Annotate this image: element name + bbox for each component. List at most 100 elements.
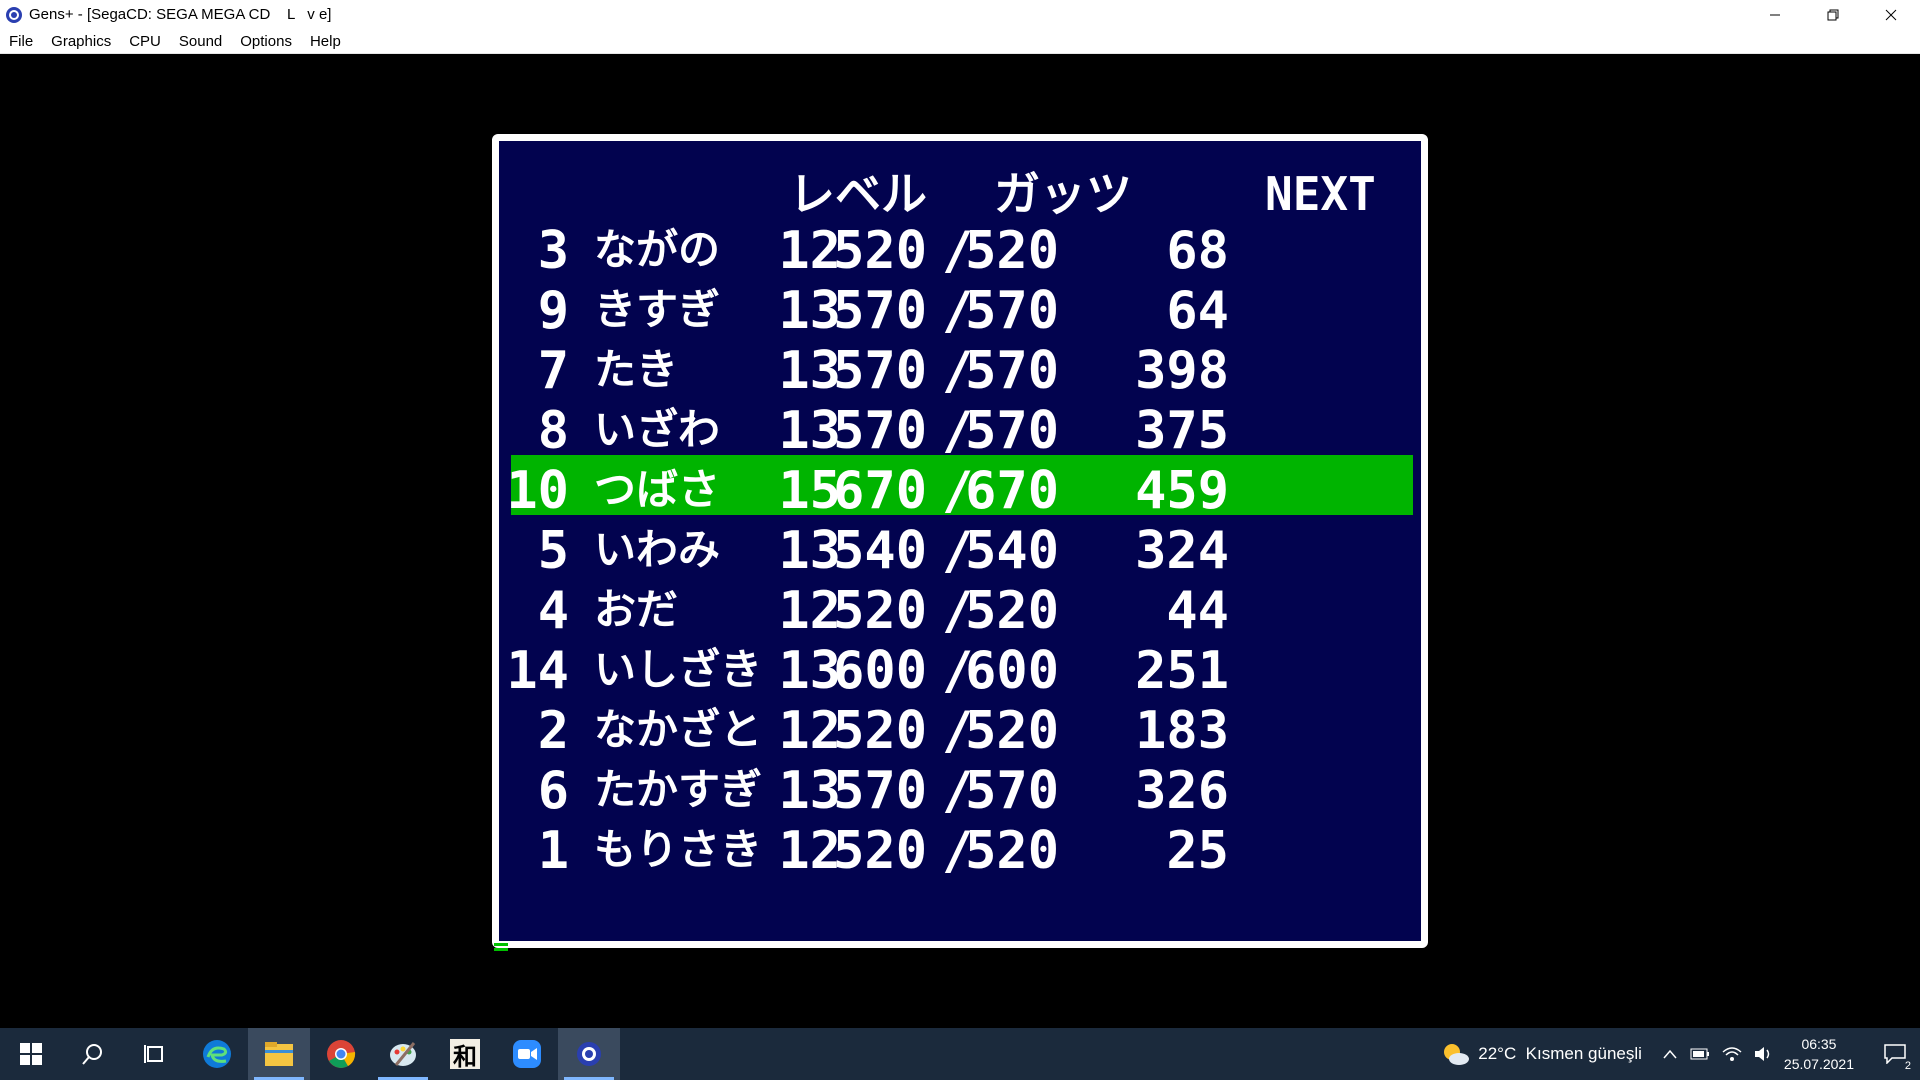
notification-button[interactable]: 2 xyxy=(1870,1028,1920,1080)
task-view-button[interactable] xyxy=(124,1028,186,1080)
clock-date: 25.07.2021 xyxy=(1783,1056,1854,1072)
weather-widget[interactable]: 22°C Kısmen güneşli xyxy=(1442,1042,1642,1066)
volume-icon[interactable] xyxy=(1754,1046,1774,1062)
row-guts-current: 570 xyxy=(833,761,927,821)
row-guts-max: 540 xyxy=(965,521,1059,581)
row-next: 25 xyxy=(1166,821,1229,881)
gens-icon xyxy=(577,1042,601,1066)
row-guts-current: 570 xyxy=(833,281,927,341)
minimize-button[interactable] xyxy=(1746,0,1804,29)
row-next: 44 xyxy=(1166,581,1229,641)
row-number: 9 xyxy=(537,281,569,341)
chevron-up-icon[interactable] xyxy=(1662,1048,1678,1060)
row-next: 326 xyxy=(1135,761,1229,821)
row-guts-max: 570 xyxy=(965,341,1059,401)
game-screen[interactable]: レベル ガッツ NEXT 3 ながの 12 520/520 68 9 きすぎ 13 570/57… xyxy=(0,54,1920,1028)
row-guts-current: 520 xyxy=(833,821,927,881)
row-number: 1 xyxy=(537,821,569,881)
battery-icon[interactable] xyxy=(1690,1048,1710,1060)
table-row[interactable]: 3 ながの 12 520/520 68 xyxy=(499,215,1435,281)
row-guts-max: 570 xyxy=(965,401,1059,461)
row-next: 251 xyxy=(1135,641,1229,701)
row-guts-max: 570 xyxy=(965,281,1059,341)
notification-count: 2 xyxy=(1904,1060,1911,1072)
row-guts-current: 570 xyxy=(833,341,927,401)
row-number: 2 xyxy=(537,701,569,761)
table-row-selected[interactable]: 10 つばさ 15 670/670 459 xyxy=(499,455,1435,521)
kanji-app-icon: 和 xyxy=(450,1039,480,1071)
header-guts: ガッツ xyxy=(994,167,1132,221)
row-guts-current: 570 xyxy=(833,401,927,461)
weather-partly-sunny-icon xyxy=(1444,1044,1470,1065)
table-row[interactable]: 14 いしざき 13 600/600 251 xyxy=(499,635,1435,701)
table-row[interactable]: 4 おだ 12 520/520 44 xyxy=(499,575,1435,641)
menu-help[interactable]: Help xyxy=(301,33,350,50)
windows-start-icon xyxy=(20,1043,42,1065)
clock[interactable]: 06:35 25.07.2021 xyxy=(1784,1034,1854,1074)
chrome-icon xyxy=(327,1040,356,1068)
search-button[interactable] xyxy=(62,1028,124,1080)
weather-text: 22°C Kısmen güneşli xyxy=(1478,1044,1642,1063)
menu-options[interactable]: Options xyxy=(231,33,301,50)
team-status-panel: レベル ガッツ NEXT 3 ながの 12 520/520 68 9 きすぎ 13 570/57… xyxy=(492,134,1428,948)
row-guts-current: 600 xyxy=(833,641,927,701)
row-next: 398 xyxy=(1135,341,1229,401)
row-number: 5 xyxy=(537,521,569,581)
notification-icon xyxy=(1884,1044,1906,1064)
row-guts-max: 600 xyxy=(965,641,1059,701)
taskbar-edge[interactable] xyxy=(186,1028,248,1080)
restore-button[interactable] xyxy=(1804,0,1862,29)
wifi-icon[interactable] xyxy=(1722,1046,1742,1062)
taskbar-file-explorer[interactable] xyxy=(248,1028,310,1080)
menu-sound[interactable]: Sound xyxy=(170,33,231,50)
title-bar: Gens+ - [SegaCD: SEGA MEGA CD L v e] xyxy=(0,0,1920,29)
row-number: 4 xyxy=(537,581,569,641)
close-button[interactable] xyxy=(1862,0,1920,29)
taskbar-chrome[interactable] xyxy=(310,1028,372,1080)
table-row[interactable]: 6 たかすぎ 13 570/570 326 xyxy=(499,755,1435,821)
row-number: 3 xyxy=(537,221,569,281)
table-row[interactable]: 2 なかざと 12 520/520 183 xyxy=(499,695,1435,761)
row-next: 324 xyxy=(1135,521,1229,581)
menu-file[interactable]: File xyxy=(0,33,42,50)
cursor-marker xyxy=(494,943,508,953)
task-view-icon xyxy=(144,1045,163,1063)
taskbar-gens[interactable] xyxy=(558,1028,620,1080)
table-row[interactable]: 1 もりさき 12 520/520 25 xyxy=(499,815,1435,881)
row-guts-max: 520 xyxy=(965,821,1059,881)
row-next: 183 xyxy=(1135,701,1229,761)
row-guts-max: 520 xyxy=(965,221,1059,281)
table-row[interactable]: 8 いざわ 13 570/570 375 xyxy=(499,395,1435,461)
row-guts-current: 540 xyxy=(833,521,927,581)
row-guts-max: 520 xyxy=(965,581,1059,641)
start-button[interactable] xyxy=(0,1028,62,1080)
taskbar-kanji-app[interactable]: 和 xyxy=(434,1028,496,1080)
row-number: 10 xyxy=(506,461,569,521)
close-icon xyxy=(1885,9,1897,20)
zoom-icon xyxy=(513,1040,541,1068)
taskbar-paint[interactable] xyxy=(372,1028,434,1080)
row-next: 64 xyxy=(1166,281,1229,341)
edge-icon xyxy=(203,1040,231,1068)
file-explorer-icon xyxy=(265,1042,293,1066)
menu-cpu[interactable]: CPU xyxy=(120,33,170,50)
menu-graphics[interactable]: Graphics xyxy=(42,33,120,50)
row-number: 8 xyxy=(537,401,569,461)
row-next: 68 xyxy=(1166,221,1229,281)
clock-time: 06:35 xyxy=(1801,1036,1837,1052)
table-row[interactable]: 9 きすぎ 13 570/570 64 xyxy=(499,275,1435,341)
table-row[interactable]: 7 たき 13 570/570 398 xyxy=(499,335,1435,401)
row-guts-current: 670 xyxy=(833,461,927,521)
taskbar-zoom[interactable] xyxy=(496,1028,558,1080)
row-guts-max: 520 xyxy=(965,701,1059,761)
row-number: 14 xyxy=(506,641,569,701)
row-guts-current: 520 xyxy=(833,581,927,641)
row-guts-current: 520 xyxy=(833,701,927,761)
table-row[interactable]: 5 いわみ 13 540/540 324 xyxy=(499,515,1435,581)
restore-icon xyxy=(1827,9,1839,20)
paint-icon xyxy=(390,1042,416,1066)
row-number: 7 xyxy=(537,341,569,401)
minimize-icon xyxy=(1770,14,1780,15)
row-guts-current: 520 xyxy=(833,221,927,281)
gens-app-icon xyxy=(6,6,22,23)
